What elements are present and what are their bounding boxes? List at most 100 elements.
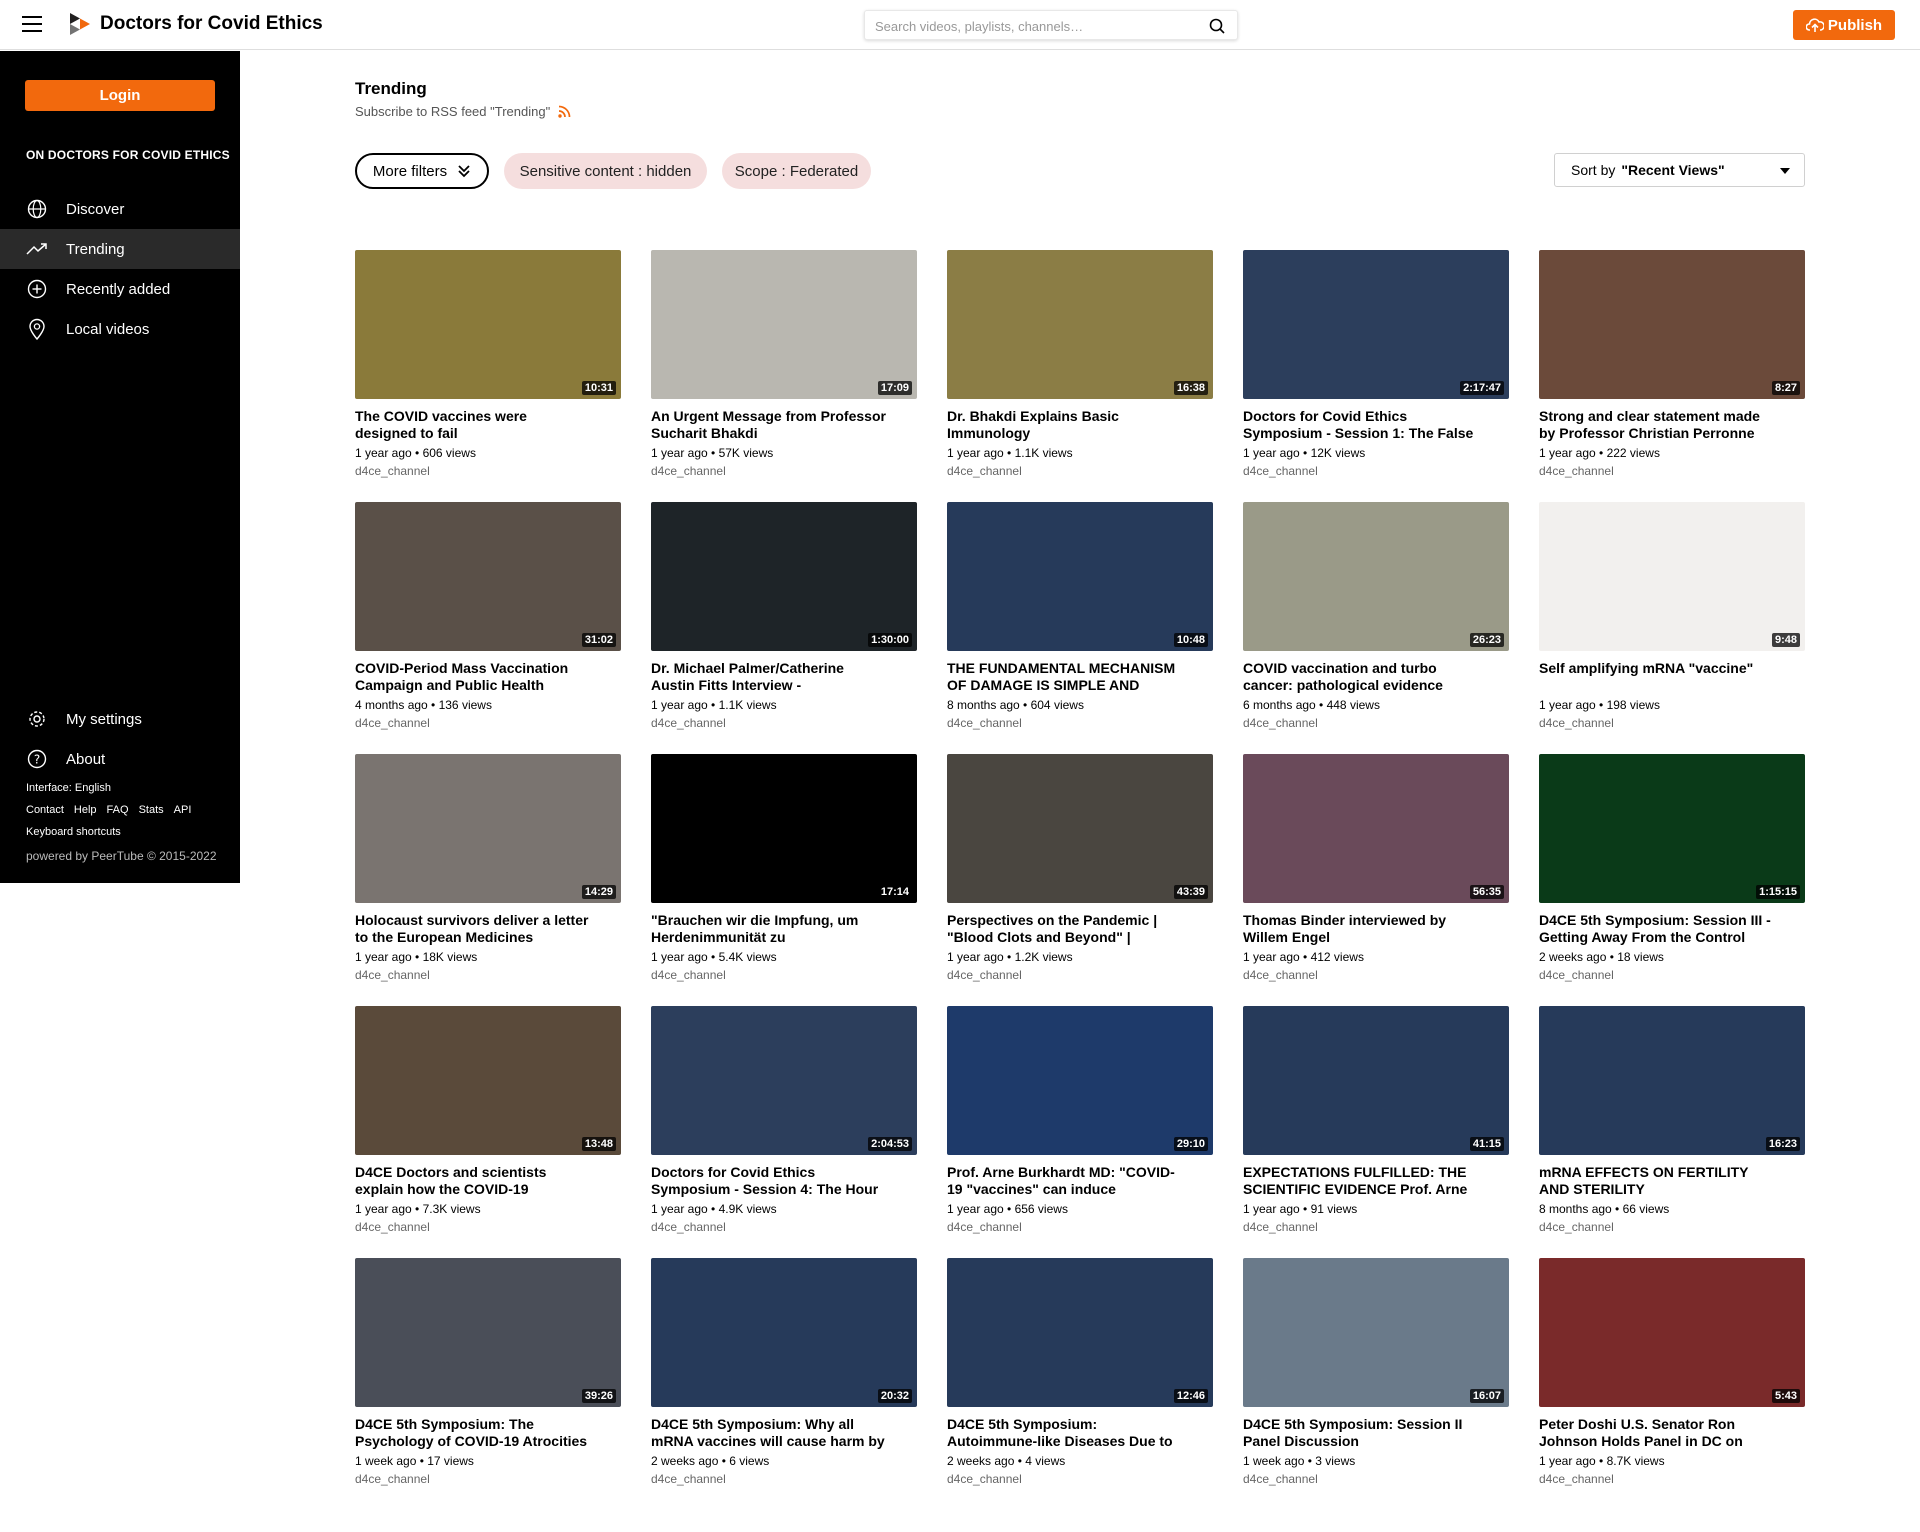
video-channel[interactable]: d4ce_channel [947,1220,1213,1234]
sidebar-item-discover[interactable]: Discover [0,189,240,229]
video-card[interactable]: 41:15 EXPECTATIONS FULFILLED: THE SCIENTI… [1243,1006,1509,1258]
video-title[interactable]: Doctors for Covid Ethics Symposium - Ses… [1243,408,1509,442]
video-thumbnail[interactable]: 41:15 [1243,1006,1509,1155]
video-title[interactable]: D4CE 5th Symposium: Session III - Gettin… [1539,912,1805,946]
video-title[interactable]: Doctors for Covid Ethics Symposium - Ses… [651,1164,917,1198]
video-thumbnail[interactable]: 9:48 [1539,502,1805,651]
video-title[interactable]: D4CE Doctors and scientists explain how … [355,1164,621,1198]
sidebar-item-my-settings[interactable]: My settings [0,699,240,739]
video-thumbnail[interactable]: 5:43 [1539,1258,1805,1407]
interface-language-link[interactable]: Interface: English [26,782,111,794]
video-title[interactable]: mRNA EFFECTS ON FERTILITY AND STERILITY [1539,1164,1805,1198]
video-channel[interactable]: d4ce_channel [947,968,1213,982]
video-thumbnail[interactable]: 16:07 [1243,1258,1509,1407]
video-channel[interactable]: d4ce_channel [1243,1472,1509,1486]
video-title[interactable]: D4CE 5th Symposium: Session II Panel Dis… [1243,1416,1509,1450]
video-thumbnail[interactable]: 26:23 [1243,502,1509,651]
video-thumbnail[interactable]: 31:02 [355,502,621,651]
video-thumbnail[interactable]: 20:32 [651,1258,917,1407]
rss-icon[interactable] [558,105,571,118]
video-channel[interactable]: d4ce_channel [1243,716,1509,730]
video-card[interactable]: 39:26 D4CE 5th Symposium: The Psychology … [355,1258,621,1510]
video-title[interactable]: THE FUNDAMENTAL MECHANISM OF DAMAGE IS S… [947,660,1213,694]
video-channel[interactable]: d4ce_channel [355,464,621,478]
video-title[interactable]: Self amplifying mRNA "vaccine" [1539,660,1805,694]
sidebar-item-local-videos[interactable]: Local videos [0,309,240,349]
video-thumbnail[interactable]: 12:46 [947,1258,1213,1407]
video-channel[interactable]: d4ce_channel [651,1472,917,1486]
video-card[interactable]: 26:23 COVID vaccination and turbo cancer:… [1243,502,1509,754]
video-channel[interactable]: d4ce_channel [1243,1220,1509,1234]
video-channel[interactable]: d4ce_channel [355,1220,621,1234]
video-card[interactable]: 1:15:15 D4CE 5th Symposium: Session III -… [1539,754,1805,1006]
video-card[interactable]: 16:07 D4CE 5th Symposium: Session II Pane… [1243,1258,1509,1510]
video-channel[interactable]: d4ce_channel [1539,1220,1805,1234]
video-card[interactable]: 31:02 COVID-Period Mass Vaccination Campa… [355,502,621,754]
video-card[interactable]: 16:23 mRNA EFFECTS ON FERTILITY AND STERI… [1539,1006,1805,1258]
video-channel[interactable]: d4ce_channel [1243,968,1509,982]
video-thumbnail[interactable]: 1:30:00 [651,502,917,651]
publish-button[interactable]: Publish [1793,10,1895,40]
video-channel[interactable]: d4ce_channel [947,1472,1213,1486]
video-card[interactable]: 43:39 Perspectives on the Pandemic | "Blo… [947,754,1213,1006]
video-channel[interactable]: d4ce_channel [1539,968,1805,982]
video-title[interactable]: D4CE 5th Symposium: Why all mRNA vaccine… [651,1416,917,1450]
video-channel[interactable]: d4ce_channel [355,1472,621,1486]
search-icon[interactable] [1209,18,1225,34]
video-thumbnail[interactable]: 16:38 [947,250,1213,399]
video-title[interactable]: D4CE 5th Symposium: Autoimmune-like Dise… [947,1416,1213,1450]
video-title[interactable]: The COVID vaccines were designed to fail [355,408,621,442]
video-thumbnail[interactable]: 13:48 [355,1006,621,1155]
video-card[interactable]: 17:09 An Urgent Message from Professor Su… [651,250,917,502]
video-card[interactable]: 1:30:00 Dr. Michael Palmer/Catherine Aust… [651,502,917,754]
video-card[interactable]: 17:14 "Brauchen wir die Impfung, um Herde… [651,754,917,1006]
video-card[interactable]: 8:27 Strong and clear statement made by P… [1539,250,1805,502]
video-channel[interactable]: d4ce_channel [1539,464,1805,478]
video-channel[interactable]: d4ce_channel [651,968,917,982]
peertube-logo-icon[interactable] [70,13,90,35]
video-card[interactable]: 10:31 The COVID vaccines were designed to… [355,250,621,502]
video-title[interactable]: COVID-Period Mass Vaccination Campaign a… [355,660,621,694]
video-channel[interactable]: d4ce_channel [1243,464,1509,478]
video-title[interactable]: Peter Doshi U.S. Senator Ron Johnson Hol… [1539,1416,1805,1450]
footer-link-api[interactable]: API [174,804,192,816]
video-thumbnail[interactable]: 1:15:15 [1539,754,1805,903]
video-channel[interactable]: d4ce_channel [1539,716,1805,730]
login-button[interactable]: Login [25,80,215,111]
video-title[interactable]: Dr. Michael Palmer/Catherine Austin Fitt… [651,660,917,694]
video-card[interactable]: 5:43 Peter Doshi U.S. Senator Ron Johnson… [1539,1258,1805,1510]
sidebar-item-about[interactable]: ? About [0,739,240,779]
keyboard-shortcuts-link[interactable]: Keyboard shortcuts [26,826,121,838]
more-filters-button[interactable]: More filters [355,153,489,189]
video-title[interactable]: EXPECTATIONS FULFILLED: THE SCIENTIFIC E… [1243,1164,1509,1198]
footer-link-stats[interactable]: Stats [139,804,164,816]
video-thumbnail[interactable]: 29:10 [947,1006,1213,1155]
scope-filter-pill[interactable]: Scope : Federated [722,153,871,189]
video-thumbnail[interactable]: 56:35 [1243,754,1509,903]
video-card[interactable]: 16:38 Dr. Bhakdi Explains Basic Immunolog… [947,250,1213,502]
video-title[interactable]: Dr. Bhakdi Explains Basic Immunology [947,408,1213,442]
video-thumbnail[interactable]: 10:31 [355,250,621,399]
video-card[interactable]: 14:29 Holocaust survivors deliver a lette… [355,754,621,1006]
video-card[interactable]: 20:32 D4CE 5th Symposium: Why all mRNA va… [651,1258,917,1510]
video-thumbnail[interactable]: 14:29 [355,754,621,903]
video-channel[interactable]: d4ce_channel [947,716,1213,730]
site-title[interactable]: Doctors for Covid Ethics [100,13,323,35]
video-card[interactable]: 2:17:47 Doctors for Covid Ethics Symposiu… [1243,250,1509,502]
video-title[interactable]: Perspectives on the Pandemic | "Blood Cl… [947,912,1213,946]
sidebar-item-recently-added[interactable]: Recently added [0,269,240,309]
video-thumbnail[interactable]: 17:09 [651,250,917,399]
video-title[interactable]: Prof. Arne Burkhardt MD: "COVID-19 "vacc… [947,1164,1213,1198]
video-title[interactable]: Thomas Binder interviewed by Willem Enge… [1243,912,1509,946]
search-input[interactable] [875,16,1195,36]
sensitive-content-filter-pill[interactable]: Sensitive content : hidden [504,153,707,189]
video-card[interactable]: 9:48 Self amplifying mRNA "vaccine" 1 year… [1539,502,1805,754]
video-channel[interactable]: d4ce_channel [947,464,1213,478]
video-title[interactable]: COVID vaccination and turbo cancer: path… [1243,660,1509,694]
rss-subscribe[interactable]: Subscribe to RSS feed "Trending" [355,104,571,119]
footer-link-faq[interactable]: FAQ [107,804,129,816]
video-title[interactable]: Holocaust survivors deliver a letter to … [355,912,621,946]
video-title[interactable]: "Brauchen wir die Impfung, um Herdenimmu… [651,912,917,946]
video-channel[interactable]: d4ce_channel [651,1220,917,1234]
video-title[interactable]: An Urgent Message from Professor Suchari… [651,408,917,442]
